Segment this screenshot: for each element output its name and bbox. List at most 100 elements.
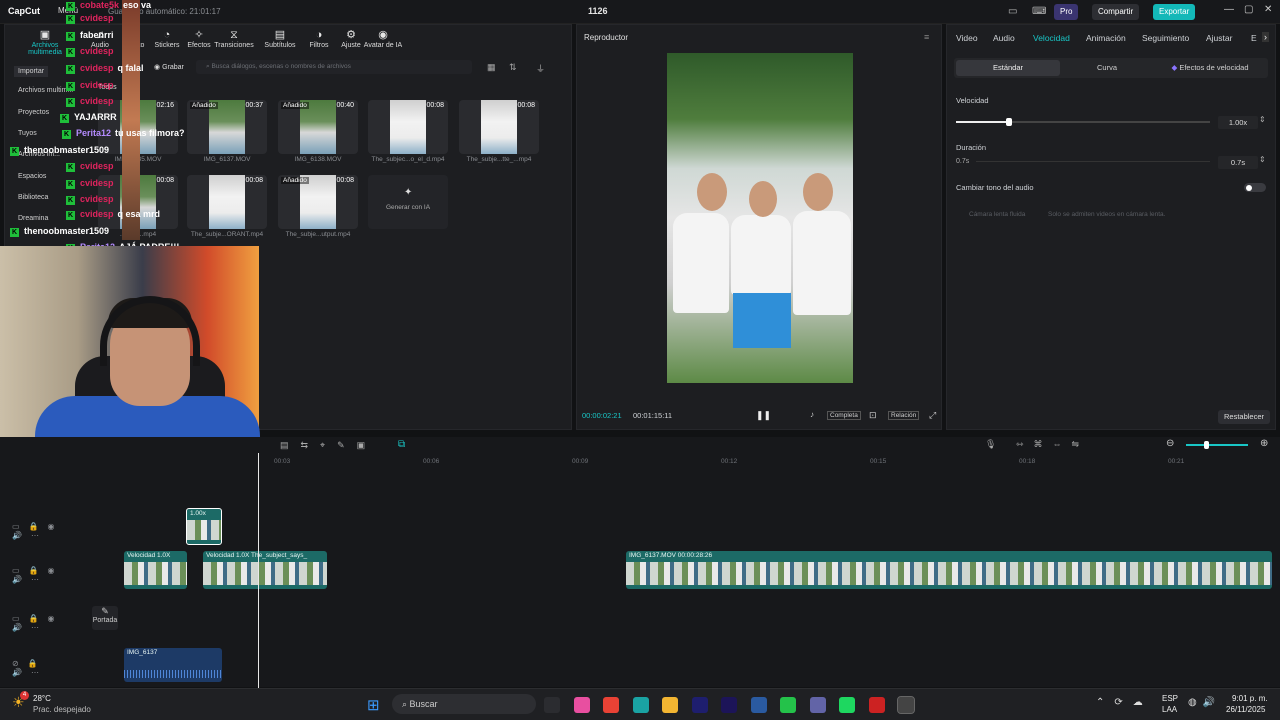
generate-ai-tile[interactable]: ✦ Generar con IA [368,175,448,229]
explorer-icon[interactable] [662,697,678,713]
inspector-tab-2[interactable]: Velocidad [1033,33,1070,43]
clip-b[interactable]: Velocidad 1.0X The_subject_says_ [203,551,327,589]
sort-icon[interactable]: ⇅ [509,62,517,73]
zoom-in-icon[interactable]: ⊕ [1260,438,1268,449]
zoom-fit-icon[interactable]: ⊡ [869,410,877,421]
main-clip[interactable]: IMG_6137.MOV 00:00:28:26 [626,551,1272,589]
video-preview[interactable] [667,53,853,383]
chrome-icon[interactable] [603,697,619,713]
close-icon[interactable]: ✕ [1264,4,1272,15]
auto-snap-icon[interactable]: ⧉ [398,439,405,450]
tabs-scroll-icon[interactable]: › [1262,32,1269,42]
speed-value-field[interactable]: 1.00x [1218,116,1258,129]
layout-icon[interactable]: ▭ [1008,6,1017,17]
tray-icons[interactable]: ⌃⟳☁ [1096,697,1153,708]
filter-icon[interactable]: ⏚ [536,62,545,75]
share-button[interactable]: Compartir [1092,4,1140,20]
media-thumb[interactable]: 00:08 [187,175,267,229]
duration-stepper-icon[interactable]: ⇕ [1259,155,1266,164]
maximize-icon[interactable]: ▢ [1244,4,1253,15]
project-name[interactable]: 1126 [588,6,608,16]
tiktok-icon[interactable]: ♪ [810,410,814,419]
track1-controls[interactable]: ▭🔒◉🔊⋯ [12,522,90,540]
spotify-icon[interactable] [839,697,855,713]
inspector-tab-4[interactable]: Seguimiento [1142,33,1189,43]
start-icon[interactable]: ⊞ [367,696,380,714]
tool-0[interactable]: ▣ Archivos multimedia [25,28,65,56]
full-quality-button[interactable]: Completa [827,411,861,420]
track4-controls[interactable]: ⊘🔒 🔊⋯ [12,659,90,677]
subtab-curve[interactable]: Curva [1062,60,1152,76]
minimize-icon[interactable]: — [1224,4,1234,15]
overlay-clip[interactable]: 1.00x [186,508,222,545]
speed-stepper-icon[interactable]: ⇕ [1259,115,1266,124]
duration-slider[interactable] [976,161,1210,162]
mic-icon[interactable]: 🎙 [985,439,996,450]
sidebar-item-1[interactable]: Archivos multim... [18,87,73,94]
obs-icon[interactable] [868,697,885,713]
steam-icon[interactable] [750,697,767,713]
subtab-standard[interactable]: Estándar [956,60,1060,76]
record-button[interactable]: ◉ Grabar [154,63,184,71]
media-thumb[interactable]: 00:40 Añadido [278,100,358,154]
media-thumb[interactable]: 00:08 [368,100,448,154]
pitch-toggle[interactable] [1244,183,1266,192]
task-view-icon[interactable] [544,697,560,713]
sidebar-item-6[interactable]: Biblioteca [18,194,48,201]
playhead[interactable] [258,453,259,688]
capcut-taskbar-icon[interactable] [897,696,915,714]
tool-6[interactable]: ▤ Subtítulos [258,28,302,49]
sidebar-item-2[interactable]: Proyectos [18,109,49,116]
inspector-tab-6[interactable]: E [1251,33,1257,43]
clock-date[interactable]: 26/11/2025 [1226,705,1265,714]
sidebar-item-0[interactable]: Importar [14,66,49,77]
speed-slider[interactable] [956,118,1210,126]
lang-2[interactable]: LAA [1162,705,1177,714]
export-button[interactable]: Exportar [1153,4,1196,20]
inspector-tab-0[interactable]: Video [956,33,978,43]
media-thumb[interactable]: 00:08 Añadido [278,175,358,229]
track2-controls[interactable]: ▭🔒◉🔊⋯ [12,566,90,584]
sidebar-item-3[interactable]: Tuyos [18,130,37,137]
timeline-right-icons[interactable]: ⇿⌘⇔⇋ [1016,439,1089,450]
teams-icon[interactable] [809,697,826,713]
app-green-icon[interactable] [780,697,796,713]
inspector-tab-5[interactable]: Ajustar [1206,33,1232,43]
clock-time[interactable]: 9:01 p. m. [1232,694,1268,703]
copilot-icon[interactable] [573,697,590,713]
inspector-tab-3[interactable]: Animación [1086,33,1126,43]
inspector-tab-1[interactable]: Audio [993,33,1015,43]
sidebar-item-7[interactable]: Dreamina [18,215,48,222]
taskbar-search[interactable]: ⌕ Buscar [392,694,536,714]
speed-slider-handle[interactable] [1006,118,1013,126]
sidebar-item-5[interactable]: Espacios [18,173,46,180]
zoom-slider[interactable] [1186,441,1248,449]
grid-view-icon[interactable]: ▦ [487,62,496,73]
player-menu-icon[interactable]: ≡ [924,32,929,42]
subtab-speed-effects[interactable]: ◆ Efectos de velocidad [1152,60,1268,76]
timeline-tool-icons[interactable]: ▤⇆⌖✎▣ [280,440,377,451]
premiere-icon[interactable] [691,697,708,713]
audio-clip[interactable]: IMG_6137 [124,648,222,682]
clip-a[interactable]: Velocidad 1.0X [124,551,187,589]
duration-value-field[interactable]: 0.7s [1218,156,1258,169]
edge-icon[interactable] [632,697,649,713]
media-search-input[interactable]: ⌕ Busca diálogos, escenas o nombres de a… [196,60,472,74]
cover-button[interactable]: ✎ Portada [92,606,118,630]
system-icons[interactable]: ◍🔊 [1188,697,1221,708]
media-thumb[interactable]: 00:37 Añadido [187,100,267,154]
zoom-slider-handle[interactable] [1204,441,1209,449]
audition-icon[interactable] [721,697,737,713]
pause-icon[interactable]: ❚❚ [756,410,771,421]
fullscreen-icon[interactable]: ⤢ [929,410,936,421]
ratio-button[interactable]: Relación [888,411,920,420]
shortcut-icon[interactable]: ⌨ [1032,6,1046,17]
lang-1[interactable]: ESP [1162,694,1178,703]
track3-controls[interactable]: ▭🔒◉🔊⋯ [12,614,90,632]
zoom-out-icon[interactable]: ⊖ [1166,438,1174,449]
pro-button[interactable]: Pro [1054,4,1079,20]
tool-5[interactable]: ⧖ Transiciones [212,28,256,49]
media-thumb[interactable]: 00:08 [459,100,539,154]
reset-button[interactable]: Restablecer [1218,410,1270,424]
tool-9[interactable]: ◉ Avatar de IA [361,28,405,49]
